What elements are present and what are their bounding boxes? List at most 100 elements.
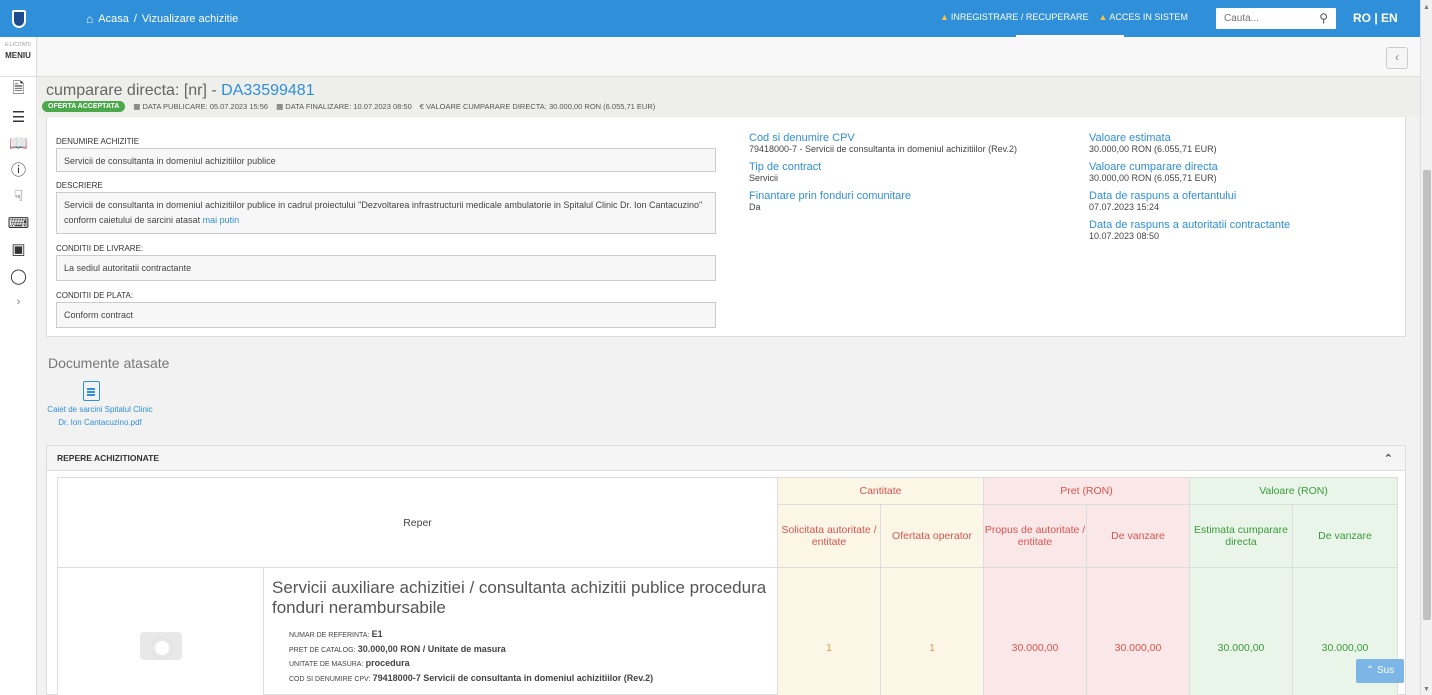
- breadcrumb-separator: /: [133, 13, 137, 25]
- search-input[interactable]: [1216, 8, 1312, 29]
- items-panel: REPERE ACHIZITIONATE ⌃ Reper Cantitate P…: [46, 445, 1406, 695]
- ref-value: E1: [371, 629, 383, 639]
- book-icon[interactable]: 📖: [0, 130, 37, 157]
- item-image: [57, 567, 264, 695]
- warning-icon: ▲: [940, 12, 949, 22]
- collapse-panel-button[interactable]: ‹: [1386, 47, 1408, 69]
- price-sale-header: De vanzare: [1086, 504, 1191, 568]
- catalog-label: PRET DE CATALOG:: [289, 646, 356, 654]
- table-header-row: Reper Cantitate Pret (RON) Valoare (RON): [56, 477, 1399, 568]
- payment-label: CONDITII DE PLATA:: [56, 291, 134, 300]
- help-icon[interactable]: ⓘ: [0, 157, 37, 184]
- name-field: Servicii de consultanta in domeniul achi…: [56, 148, 716, 172]
- payment-field: Conform contract: [56, 302, 716, 328]
- direct-value-label: Valoare cumparare directa: [1089, 161, 1218, 173]
- back-to-top-button[interactable]: ⌃ Sus: [1356, 659, 1404, 683]
- procurement-code: DA33599481: [221, 82, 315, 99]
- eu-funds-value: Da: [749, 202, 761, 212]
- cpv-label: Cod si denumire CPV: [749, 132, 855, 144]
- price-sale-cell: 30.000,00: [1086, 567, 1191, 695]
- reper-header: Reper: [56, 477, 779, 568]
- value-estimated-header: Estimata cumparare directa: [1189, 504, 1294, 568]
- item-cpv-label: COD SI DENUMIRE CPV:: [289, 675, 371, 683]
- procurement-value: € VALOARE CUMPARARE DIRECTA: 30.000,00 R…: [420, 102, 656, 111]
- monitor-icon[interactable]: ▣: [0, 236, 37, 263]
- home-icon[interactable]: ⌂: [86, 12, 93, 26]
- item-cpv-value: 79418000-7 Servicii de consultanta in do…: [372, 672, 654, 683]
- camera-placeholder-icon: [139, 632, 182, 660]
- search-icon[interactable]: ⚲: [1319, 11, 1328, 25]
- language-switch[interactable]: RO | EN: [1353, 11, 1398, 25]
- item-title: Servicii auxiliare achizitiei / consulta…: [272, 578, 767, 617]
- unit-value: procedura: [365, 658, 410, 668]
- end-date: ▦ DATA FINALIZARE: 10.07.2023 08:50: [276, 102, 412, 111]
- items-panel-header[interactable]: REPERE ACHIZITIONATE ⌃: [47, 446, 1405, 471]
- publish-date: ▦ DATA PUBLICARE: 05.07.2023 15:56: [133, 102, 268, 111]
- chevron-left-icon: ‹: [1395, 50, 1399, 64]
- contract-type-value: Servicii: [749, 173, 779, 183]
- logo[interactable]: [0, 0, 37, 37]
- sidebar-brand: E-LICITATII: [5, 42, 31, 48]
- document-icon[interactable]: 🗎: [0, 77, 37, 104]
- breadcrumb-current: Vizualizare achizitie: [141, 13, 239, 25]
- sub-header-bar: ‹: [38, 37, 1420, 77]
- procurement-value-text: VALOARE CUMPARARE DIRECTA: 30.000,00 RON…: [426, 102, 656, 111]
- menu-label: MENIU: [5, 51, 31, 60]
- info-column-left: Cod si denumire CPV 79418000-7 - Servici…: [749, 132, 1079, 219]
- items-panel-title: REPERE ACHIZITIONATE: [57, 453, 160, 463]
- end-date-text: DATA FINALIZARE: 10.07.2023 08:50: [285, 102, 412, 111]
- chevron-up-icon: ⌃: [1365, 665, 1377, 676]
- breadcrumb-home[interactable]: Acasa: [98, 13, 129, 25]
- page-scrollbar[interactable]: ▲ ▼: [1420, 0, 1432, 695]
- keyboard-icon[interactable]: ⌨: [0, 210, 37, 237]
- back-to-top-label: Sus: [1376, 665, 1395, 676]
- chevron-up-icon[interactable]: ⌃: [1384, 452, 1393, 465]
- list-edit-icon[interactable]: ☰: [0, 104, 37, 131]
- auth-links: ▲ INREGISTRARE / RECUPERARE ▲ ACCES IN SIS…: [940, 12, 1188, 22]
- description-field: Servicii de consultanta in domeniul achi…: [56, 192, 716, 234]
- breadcrumb: ⌂ Acasa / Vizualizare achizitie: [86, 12, 238, 26]
- estimated-value-label: Valoare estimata: [1089, 132, 1171, 144]
- qty-requested-cell: 1: [777, 567, 882, 695]
- procurement-header: cumparare directa: [nr] - DA33599481 OFE…: [38, 77, 1420, 117]
- chevron-right-icon[interactable]: ›: [0, 289, 37, 316]
- publish-date-text: DATA PUBLICARE: 05.07.2023 15:56: [142, 102, 269, 111]
- bidder-reply-value: 07.07.2023 15:24: [1089, 202, 1160, 212]
- document-link[interactable]: Caiet de sarcini Spitalul Clinic Dr. Ion…: [44, 404, 156, 429]
- login-link[interactable]: ▲ ACCES IN SISTEM: [1098, 12, 1187, 22]
- authority-reply-label: Data de raspuns a autoritatii contractan…: [1089, 219, 1291, 231]
- delivery-label: CONDITII DE LIVRARE:: [56, 244, 144, 253]
- delivery-field: La sediul autoritatii contractante: [56, 255, 716, 281]
- item-description: Servicii auxiliare achizitiei / consulta…: [262, 567, 779, 695]
- item-properties: NUMAR DE REFERINTA: E1 PRET DE CATALOG: …: [289, 628, 769, 686]
- login-link-label: ACCES IN SISTEM: [1109, 12, 1188, 22]
- ref-label: NUMAR DE REFERINTA:: [289, 632, 370, 639]
- scroll-up-arrow-icon[interactable]: ▲: [1423, 4, 1430, 11]
- register-link-label: INREGISTRARE / RECUPERARE: [950, 12, 1089, 22]
- qty-offered-header: Ofertata operator: [880, 504, 985, 568]
- description-label: DESCRIERE: [56, 181, 103, 190]
- page-title: cumparare directa: [nr] - DA33599481: [46, 82, 315, 100]
- procurement-meta: OFERTA ACCEPTATA ▦ DATA PUBLICARE: 05.07…: [42, 101, 655, 112]
- pdf-document-icon[interactable]: [83, 381, 100, 401]
- show-less-link[interactable]: mai putin: [203, 215, 240, 225]
- register-link[interactable]: ▲ INREGISTRARE / RECUPERARE: [940, 12, 1088, 22]
- scrollbar-thumb[interactable]: [1423, 170, 1431, 620]
- catalog-value: 30.000,00 RON / Unitate de masura: [357, 643, 506, 654]
- shield-logo-icon: [11, 9, 26, 28]
- value-sale-header: De vanzare: [1292, 504, 1399, 568]
- table-row: Servicii auxiliare achizitiei / consulta…: [57, 567, 1399, 695]
- search-box: ⚲: [1216, 8, 1336, 29]
- sidebar-header[interactable]: E-LICITATII MENIU: [0, 37, 36, 77]
- chat-icon[interactable]: ◯: [0, 263, 37, 290]
- documents-title: Documente atasate: [48, 355, 170, 371]
- estimated-value: 30.000,00 RON (6.055,71 EUR): [1089, 144, 1217, 154]
- eu-funds-label: Finantare prin fonduri comunitare: [749, 190, 912, 202]
- title-prefix: cumparare directa: [nr] -: [46, 82, 222, 99]
- price-proposed-header: Propus de autoritate / entitate: [983, 504, 1088, 568]
- cpv-value: 79418000-7 - Servicii de consultanta in …: [749, 144, 1017, 154]
- contract-type-label: Tip de contract: [749, 161, 822, 173]
- scroll-down-arrow-icon[interactable]: ▼: [1423, 686, 1430, 693]
- quantity-header: Cantitate: [777, 477, 985, 505]
- touch-icon[interactable]: ☟: [0, 183, 37, 210]
